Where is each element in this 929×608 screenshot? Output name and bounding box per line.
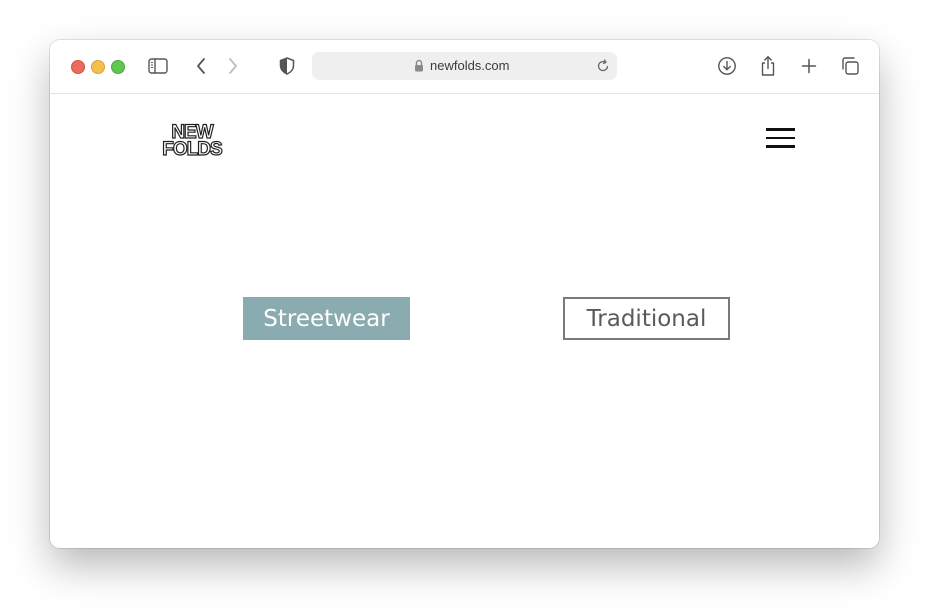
download-icon[interactable]: [715, 54, 739, 78]
plus-icon[interactable]: [797, 54, 821, 78]
share-icon[interactable]: [756, 54, 780, 78]
minimize-window-button[interactable]: [91, 60, 105, 74]
hamburger-bar: [766, 128, 795, 131]
logo-line-2: FOLDS: [162, 139, 224, 160]
shield-icon[interactable]: [275, 54, 299, 78]
browser-toolbar: newfolds.com: [50, 40, 879, 94]
zoom-window-button[interactable]: [111, 60, 125, 74]
tabs-overview-icon[interactable]: [838, 54, 862, 78]
reload-icon[interactable]: [595, 58, 611, 79]
hamburger-bar: [766, 145, 795, 148]
page-content: NEW FOLDS Streetwear Traditional: [50, 94, 879, 548]
chevron-left-icon[interactable]: [189, 54, 213, 78]
chevron-right-icon[interactable]: [221, 54, 245, 78]
lock-icon: [414, 59, 424, 77]
hamburger-bar: [766, 136, 795, 139]
traditional-button[interactable]: Traditional: [563, 297, 730, 340]
address-bar[interactable]: newfolds.com: [312, 52, 617, 80]
site-logo[interactable]: NEW FOLDS: [156, 122, 228, 162]
streetwear-button[interactable]: Streetwear: [243, 297, 410, 340]
close-window-button[interactable]: [71, 60, 85, 74]
sidebar-icon[interactable]: [146, 54, 170, 78]
address-url: newfolds.com: [430, 58, 510, 73]
hamburger-menu-icon[interactable]: [766, 127, 795, 149]
browser-window: newfolds.com NEW FOLDS Streetwear Tradit…: [50, 40, 879, 548]
